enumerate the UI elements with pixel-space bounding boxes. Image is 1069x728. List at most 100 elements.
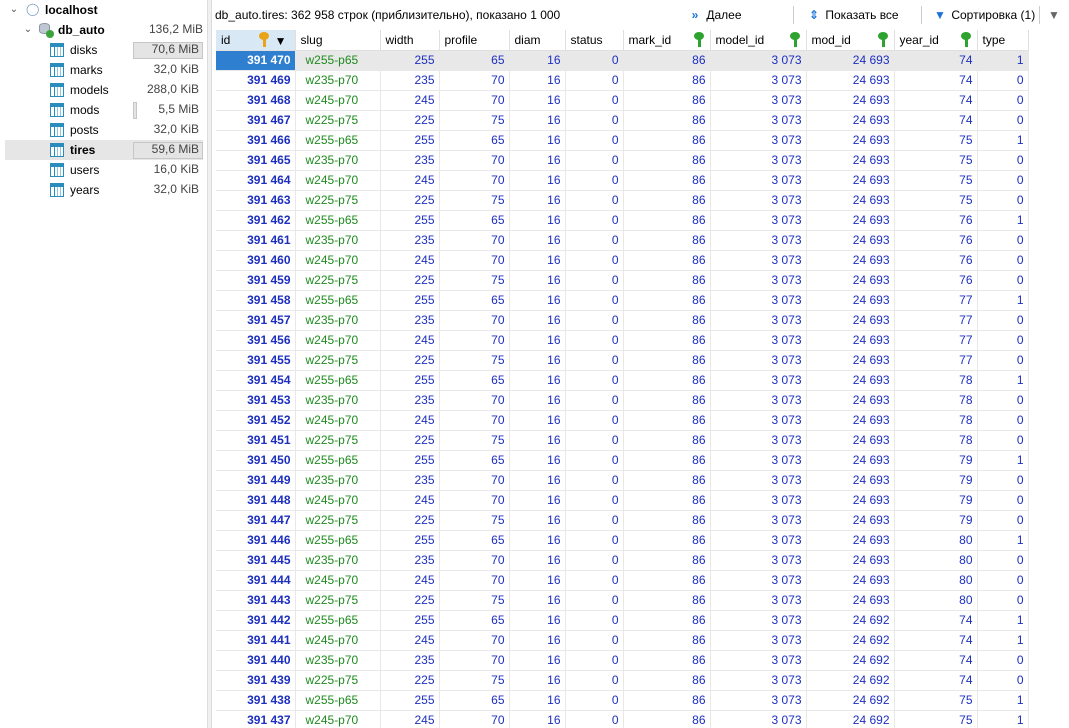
- pane-splitter[interactable]: [207, 0, 212, 728]
- cell-width[interactable]: 255: [380, 690, 440, 711]
- table-row[interactable]: 391 453 w235-p70 235 70 16 0 86 3 073 24 693 78 0: [216, 390, 1029, 411]
- cell-id[interactable]: 391 440: [216, 650, 296, 671]
- tree-node-tires[interactable]: tires 59,6 MiB: [5, 140, 203, 160]
- cell-mark_id[interactable]: 86: [623, 290, 711, 311]
- cell-type[interactable]: 1: [977, 710, 1029, 728]
- cell-status[interactable]: 0: [565, 450, 624, 471]
- cell-profile[interactable]: 70: [439, 90, 510, 111]
- cell-id[interactable]: 391 469: [216, 70, 296, 91]
- cell-diam[interactable]: 16: [509, 350, 566, 371]
- cell-mod_id[interactable]: 24 693: [806, 590, 895, 611]
- table-row[interactable]: 391 441 w245-p70 245 70 16 0 86 3 073 24 692 74 1: [216, 630, 1029, 651]
- cell-status[interactable]: 0: [565, 210, 624, 231]
- cell-year_id[interactable]: 74: [894, 650, 978, 671]
- cell-mark_id[interactable]: 86: [623, 490, 711, 511]
- cell-mark_id[interactable]: 86: [623, 310, 711, 331]
- cell-mark_id[interactable]: 86: [623, 130, 711, 151]
- cell-mark_id[interactable]: 86: [623, 390, 711, 411]
- cell-mod_id[interactable]: 24 693: [806, 170, 895, 191]
- table-row[interactable]: 391 463 w225-p75 225 75 16 0 86 3 073 24 693 75 0: [216, 190, 1029, 211]
- cell-status[interactable]: 0: [565, 530, 624, 551]
- cell-type[interactable]: 0: [977, 490, 1029, 511]
- table-row[interactable]: 391 447 w225-p75 225 75 16 0 86 3 073 24 693 79 0: [216, 510, 1029, 531]
- cell-profile[interactable]: 75: [439, 510, 510, 531]
- cell-width[interactable]: 245: [380, 490, 440, 511]
- cell-mark_id[interactable]: 86: [623, 690, 711, 711]
- cell-mod_id[interactable]: 24 693: [806, 110, 895, 131]
- cell-width[interactable]: 225: [380, 590, 440, 611]
- cell-mark_id[interactable]: 86: [623, 230, 711, 251]
- cell-year_id[interactable]: 77: [894, 330, 978, 351]
- cell-type[interactable]: 1: [977, 370, 1029, 391]
- cell-profile[interactable]: 70: [439, 390, 510, 411]
- cell-mod_id[interactable]: 24 693: [806, 450, 895, 471]
- cell-type[interactable]: 0: [977, 550, 1029, 571]
- cell-year_id[interactable]: 80: [894, 590, 978, 611]
- cell-mod_id[interactable]: 24 693: [806, 270, 895, 291]
- cell-type[interactable]: 1: [977, 610, 1029, 631]
- cell-status[interactable]: 0: [565, 650, 624, 671]
- cell-model_id[interactable]: 3 073: [710, 310, 807, 331]
- cell-model_id[interactable]: 3 073: [710, 630, 807, 651]
- tree-node-models[interactable]: models 288,0 KiB: [5, 80, 203, 100]
- cell-slug[interactable]: w255-p65: [295, 50, 381, 71]
- cell-slug[interactable]: w245-p70: [295, 630, 381, 651]
- cell-year_id[interactable]: 80: [894, 570, 978, 591]
- cell-profile[interactable]: 75: [439, 190, 510, 211]
- cell-width[interactable]: 255: [380, 610, 440, 631]
- cell-status[interactable]: 0: [565, 510, 624, 531]
- cell-year_id[interactable]: 75: [894, 690, 978, 711]
- table-row[interactable]: 391 440 w235-p70 235 70 16 0 86 3 073 24 692 74 0: [216, 650, 1029, 671]
- tree-node-mods[interactable]: mods 5,5 MiB: [5, 100, 203, 120]
- table-row[interactable]: 391 456 w245-p70 245 70 16 0 86 3 073 24 693 77 0: [216, 330, 1029, 351]
- cell-width[interactable]: 225: [380, 110, 440, 131]
- cell-status[interactable]: 0: [565, 90, 624, 111]
- cell-type[interactable]: 1: [977, 130, 1029, 151]
- cell-status[interactable]: 0: [565, 690, 624, 711]
- cell-year_id[interactable]: 74: [894, 610, 978, 631]
- cell-profile[interactable]: 70: [439, 170, 510, 191]
- table-row[interactable]: 391 462 w255-p65 255 65 16 0 86 3 073 24 693 76 1: [216, 210, 1029, 231]
- cell-mark_id[interactable]: 86: [623, 410, 711, 431]
- cell-diam[interactable]: 16: [509, 430, 566, 451]
- cell-width[interactable]: 225: [380, 670, 440, 691]
- cell-id[interactable]: 391 442: [216, 610, 296, 631]
- cell-status[interactable]: 0: [565, 310, 624, 331]
- cell-type[interactable]: 0: [977, 250, 1029, 271]
- cell-type[interactable]: 0: [977, 430, 1029, 451]
- cell-type[interactable]: 1: [977, 50, 1029, 71]
- table-row[interactable]: 391 455 w225-p75 225 75 16 0 86 3 073 24 693 77 0: [216, 350, 1029, 371]
- cell-profile[interactable]: 65: [439, 370, 510, 391]
- cell-status[interactable]: 0: [565, 230, 624, 251]
- cell-year_id[interactable]: 79: [894, 470, 978, 491]
- cell-status[interactable]: 0: [565, 390, 624, 411]
- cell-mod_id[interactable]: 24 693: [806, 70, 895, 91]
- cell-model_id[interactable]: 3 073: [710, 550, 807, 571]
- cell-slug[interactable]: w235-p70: [295, 650, 381, 671]
- cell-width[interactable]: 235: [380, 230, 440, 251]
- cell-diam[interactable]: 16: [509, 610, 566, 631]
- tree-node-disks[interactable]: disks 70,6 MiB: [5, 40, 203, 60]
- cell-mod_id[interactable]: 24 693: [806, 490, 895, 511]
- cell-status[interactable]: 0: [565, 570, 624, 591]
- cell-slug[interactable]: w245-p70: [295, 330, 381, 351]
- cell-diam[interactable]: 16: [509, 130, 566, 151]
- cell-width[interactable]: 245: [380, 170, 440, 191]
- show-all-button[interactable]: ⇕ Показать все: [806, 6, 899, 24]
- cell-status[interactable]: 0: [565, 590, 624, 611]
- cell-model_id[interactable]: 3 073: [710, 350, 807, 371]
- cell-profile[interactable]: 70: [439, 470, 510, 491]
- cell-slug[interactable]: w235-p70: [295, 470, 381, 491]
- cell-profile[interactable]: 70: [439, 550, 510, 571]
- cell-mark_id[interactable]: 86: [623, 70, 711, 91]
- cell-slug[interactable]: w235-p70: [295, 310, 381, 331]
- cell-type[interactable]: 0: [977, 670, 1029, 691]
- cell-model_id[interactable]: 3 073: [710, 450, 807, 471]
- cell-status[interactable]: 0: [565, 370, 624, 391]
- cell-model_id[interactable]: 3 073: [710, 150, 807, 171]
- cell-year_id[interactable]: 78: [894, 390, 978, 411]
- cell-mod_id[interactable]: 24 692: [806, 610, 895, 631]
- cell-mark_id[interactable]: 86: [623, 450, 711, 471]
- cell-mark_id[interactable]: 86: [623, 550, 711, 571]
- cell-id[interactable]: 391 467: [216, 110, 296, 131]
